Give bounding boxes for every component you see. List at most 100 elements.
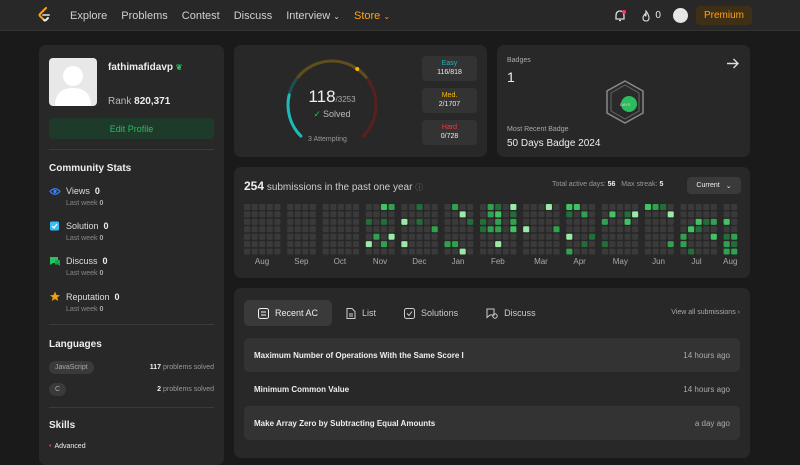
heatmap-cell[interactable] [345,211,352,218]
heatmap-cell[interactable] [444,248,451,255]
heatmap-cell[interactable] [373,218,380,225]
heatmap-cell[interactable] [431,204,438,210]
heatmap-cell[interactable] [616,218,624,225]
heatmap-cell[interactable] [723,241,730,248]
heatmap-cell[interactable] [459,218,466,225]
heatmap-cell[interactable] [373,233,380,240]
heatmap-cell[interactable] [373,204,380,210]
heatmap-cell[interactable] [601,218,608,225]
heatmap-cell[interactable] [380,204,388,210]
heatmap-cell[interactable] [530,241,537,248]
heatmap-cell[interactable] [322,233,329,240]
heatmap-cell[interactable] [459,226,466,233]
heatmap-cell[interactable] [330,241,337,248]
heatmap-cell[interactable] [401,204,408,210]
heatmap-cell[interactable] [652,218,659,225]
heatmap-cell[interactable] [680,233,687,240]
heatmap-cell[interactable] [695,248,702,255]
heatmap-cell[interactable] [365,241,372,248]
heatmap-cell[interactable] [581,204,588,210]
heatmap-cell[interactable] [416,204,423,210]
heatmap-cell[interactable] [545,226,552,233]
heatmap-cell[interactable] [660,248,667,255]
heatmap-cell[interactable] [502,241,509,248]
heatmap-cell[interactable] [545,211,552,218]
heatmap-cell[interactable] [710,248,717,255]
heatmap-cell[interactable] [337,241,344,248]
heatmap-cell[interactable] [424,233,431,240]
heatmap-cell[interactable] [553,248,560,255]
heatmap-cell[interactable] [487,248,494,255]
heatmap-cell[interactable] [274,211,281,218]
heatmap-cell[interactable] [510,233,517,240]
heatmap-cell[interactable] [388,233,395,240]
heatmap-cell[interactable] [266,218,273,225]
heatmap-cell[interactable] [680,218,687,225]
heatmap-cell[interactable] [373,211,380,218]
heatmap-cell[interactable] [251,241,258,248]
heatmap-cell[interactable] [601,204,608,210]
heatmap-cell[interactable] [624,241,631,248]
heatmap-cell[interactable] [294,211,301,218]
heatmap-cell[interactable] [652,233,659,240]
heatmap-cell[interactable] [380,233,388,240]
heatmap-cell[interactable] [244,226,251,233]
heatmap-cell[interactable] [609,226,616,233]
heatmap-cell[interactable] [337,248,344,255]
heatmap-cell[interactable] [624,211,631,218]
heatmap-cell[interactable] [545,241,552,248]
heatmap-cell[interactable] [487,226,494,233]
heatmap-cell[interactable] [408,218,416,225]
heatmap-cell[interactable] [452,211,459,218]
heatmap-cell[interactable] [352,204,360,210]
heatmap-cell[interactable] [581,226,588,233]
heatmap-cell[interactable] [408,211,416,218]
heatmap-cell[interactable] [337,226,344,233]
heatmap-cell[interactable] [452,226,459,233]
heatmap-cell[interactable] [495,218,502,225]
heatmap-cell[interactable] [723,204,730,210]
heatmap-cell[interactable] [352,211,360,218]
heatmap-cell[interactable] [459,248,466,255]
heatmap-cell[interactable] [467,226,474,233]
heatmap-cell[interactable] [731,248,738,255]
heatmap-cell[interactable] [401,211,408,218]
heatmap-cell[interactable] [688,233,695,240]
heatmap-cell[interactable] [723,233,730,240]
heatmap-cell[interactable] [274,233,281,240]
heatmap-cell[interactable] [644,204,652,210]
heatmap-cell[interactable] [710,226,717,233]
heatmap-cell[interactable] [431,233,438,240]
heatmap-cell[interactable] [523,218,530,225]
heatmap-cell[interactable] [287,226,294,233]
heatmap-cell[interactable] [322,211,329,218]
heatmap-cell[interactable] [588,204,596,210]
heatmap-cell[interactable] [459,204,466,210]
heatmap-cell[interactable] [424,241,431,248]
heatmap-cell[interactable] [530,211,537,218]
heatmap-cell[interactable] [573,226,580,233]
heatmap-cell[interactable] [388,211,395,218]
badge-50-days-icon[interactable]: DAYS [602,79,648,125]
heatmap-cell[interactable] [444,211,451,218]
heatmap-cell[interactable] [530,233,537,240]
heatmap-cell[interactable] [573,204,580,210]
heatmap-cell[interactable] [388,241,395,248]
heatmap-cell[interactable] [365,218,372,225]
heatmap-cell[interactable] [731,204,738,210]
period-select[interactable]: Current ⌄ [687,177,741,194]
heatmap-cell[interactable] [452,204,459,210]
heatmap-cell[interactable] [287,241,294,248]
heatmap-cell[interactable] [695,211,702,218]
heatmap-cell[interactable] [401,248,408,255]
heatmap-cell[interactable] [480,248,487,255]
heatmap-cell[interactable] [401,226,408,233]
tab-discuss[interactable]: Discuss [472,300,550,326]
heatmap-cell[interactable] [502,218,509,225]
heatmap-cell[interactable] [322,204,329,210]
heatmap-cell[interactable] [251,248,258,255]
heatmap-cell[interactable] [573,248,580,255]
heatmap-cell[interactable] [538,211,545,218]
heatmap-cell[interactable] [408,204,416,210]
heatmap-cell[interactable] [632,218,639,225]
